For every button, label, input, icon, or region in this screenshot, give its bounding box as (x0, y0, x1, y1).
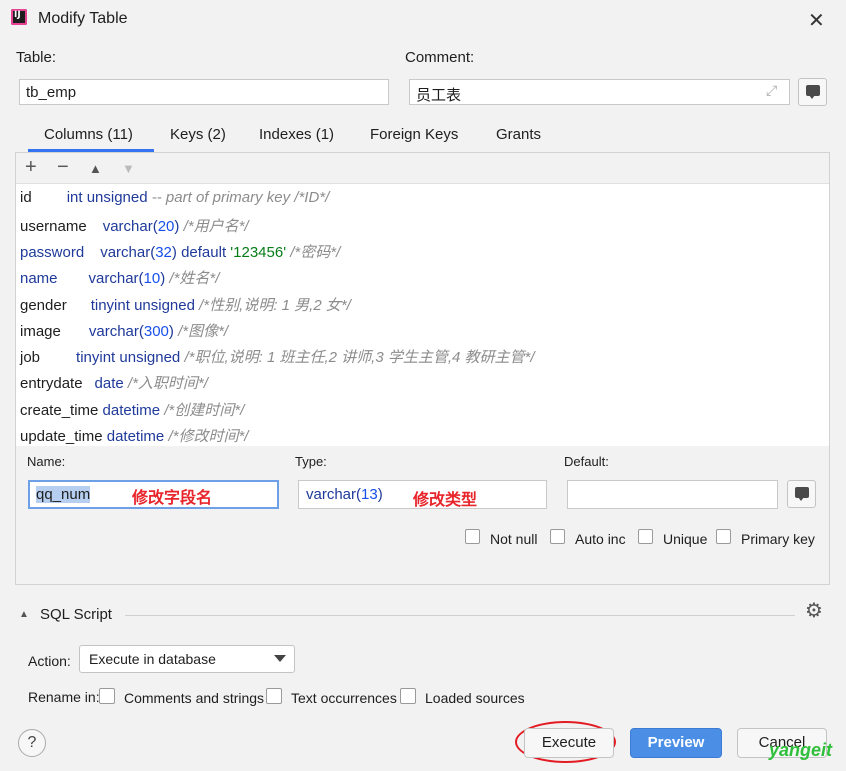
gear-icon[interactable]: ⚙ (805, 598, 823, 623)
watermark: yangeit (769, 740, 833, 760)
speech-bubble-icon (806, 85, 820, 99)
comment-edit-button[interactable] (798, 78, 827, 106)
section-divider (125, 615, 795, 616)
loaded-sources-label: Loaded sources (425, 690, 525, 706)
help-icon[interactable]: ? (18, 729, 46, 757)
type-label: Type: (295, 454, 327, 469)
comment-label: Comment: (405, 49, 475, 66)
execute-button[interactable]: Execute (524, 728, 614, 758)
action-value: Execute in database (89, 651, 216, 667)
action-label: Action: (28, 653, 71, 669)
sql-script-label[interactable]: SQL Script (40, 606, 112, 623)
column-editor (16, 446, 829, 584)
comment-input[interactable]: 员工表 (409, 79, 790, 105)
tab-indexes[interactable]: Indexes (1) (259, 126, 334, 143)
column-row-password[interactable]: password varchar(32) default '123456' /*密… (20, 241, 340, 267)
collapse-arrow-icon[interactable]: ▲ (19, 609, 29, 620)
text-occurrences-label: Text occurrences (291, 690, 397, 706)
auto-inc-checkbox[interactable] (550, 529, 565, 544)
tab-grants[interactable]: Grants (496, 126, 541, 143)
remove-icon[interactable]: − (57, 156, 69, 179)
type-annotation: 修改类型 (413, 492, 478, 509)
column-row-create-time[interactable]: create_time datetime /*创建时间*/ (20, 399, 244, 425)
default-input[interactable] (567, 480, 778, 509)
tab-columns[interactable]: Columns (11) (44, 126, 133, 143)
column-row-username[interactable]: username varchar(20) /*用户名*/ (20, 215, 249, 241)
columns-toolbar (16, 153, 829, 184)
text-occurrences-checkbox[interactable] (266, 688, 282, 704)
default-label: Default: (564, 454, 609, 469)
unique-label: Unique (663, 531, 708, 547)
column-row-id[interactable]: id int unsigned -- part of primary key /*… (20, 189, 329, 215)
column-name-value: qq_num (36, 486, 91, 503)
not-null-checkbox[interactable] (465, 529, 480, 544)
loaded-sources-checkbox[interactable] (400, 688, 416, 704)
primary-key-label: Primary key (741, 531, 815, 547)
chevron-down-icon[interactable] (274, 655, 286, 662)
rename-annotation: 修改字段名 (132, 490, 213, 507)
name-label: Name: (27, 454, 66, 469)
close-icon[interactable]: ✕ (808, 8, 825, 33)
column-row-gender[interactable]: gender tinyint unsigned /*性别,说明: 1 男,2 女*… (20, 294, 351, 320)
move-down-icon[interactable]: ▼ (122, 161, 135, 176)
app-logo-icon: IJ (11, 9, 27, 25)
table-name-input[interactable]: tb_emp (19, 79, 389, 105)
expand-icon[interactable]: ⤢ (766, 82, 777, 99)
preview-button[interactable]: Preview (630, 728, 722, 758)
move-up-icon[interactable]: ▲ (89, 161, 102, 176)
window-title: Modify Table (38, 10, 128, 27)
comment-value: 员工表 (416, 87, 462, 104)
auto-inc-label: Auto inc (575, 531, 626, 547)
action-select[interactable]: Execute in database (79, 645, 295, 673)
column-row-job[interactable]: job tinyint unsigned /*职位,说明: 1 班主任,2 讲师,… (20, 346, 535, 372)
comments-strings-checkbox[interactable] (99, 688, 115, 704)
add-icon[interactable]: + (25, 156, 37, 179)
speech-bubble-icon (795, 487, 809, 501)
column-row-entrydate[interactable]: entrydate date /*入职时间*/ (20, 372, 208, 398)
unique-checkbox[interactable] (638, 529, 653, 544)
default-comment-button[interactable] (787, 480, 816, 508)
column-row-name[interactable]: name varchar(10) /*姓名*/ (20, 267, 219, 293)
primary-key-checkbox[interactable] (716, 529, 731, 544)
not-null-label: Not null (490, 531, 538, 547)
rename-label: Rename in: (28, 689, 100, 705)
tab-keys[interactable]: Keys (2) (170, 126, 226, 143)
column-row-image[interactable]: image varchar(300) /*图像*/ (20, 320, 228, 346)
table-label: Table: (16, 49, 57, 66)
comments-strings-label: Comments and strings (124, 690, 265, 706)
tab-foreign-keys[interactable]: Foreign Keys (370, 126, 458, 143)
